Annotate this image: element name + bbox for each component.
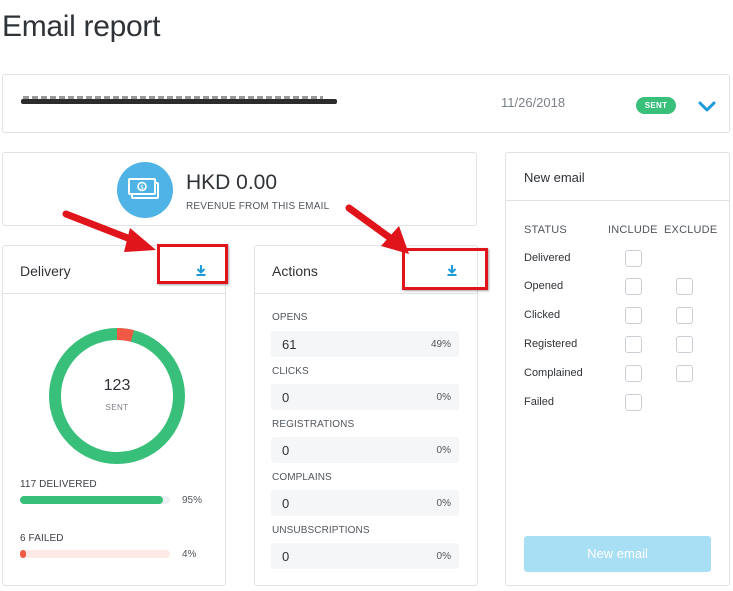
page-title: Email report [2, 10, 161, 43]
status-clicked-label: Clicked [524, 309, 561, 321]
email-summary-bar[interactable]: 11/26/2018 SENT [2, 74, 730, 133]
status-failed-label: Failed [524, 396, 554, 408]
donut-delivered-ring [49, 328, 185, 464]
registrations-label: REGISTRATIONS [272, 419, 355, 430]
status-delivered-label: Delivered [524, 252, 571, 264]
include-clicked-checkbox[interactable] [625, 307, 642, 324]
sent-count: 123 [103, 377, 131, 394]
status-column-header: STATUS [524, 224, 567, 236]
delivery-card: Delivery 123 SENT 117 DELIVERED 95% 6 FA… [2, 245, 226, 586]
include-registered-checkbox[interactable] [625, 336, 642, 353]
status-badge: SENT [636, 97, 676, 114]
include-opened-checkbox[interactable] [625, 278, 642, 295]
registrations-row: 0 0% [271, 437, 459, 463]
failed-bar [20, 550, 170, 558]
exclude-complained-checkbox[interactable] [676, 365, 693, 382]
exclude-clicked-checkbox[interactable] [676, 307, 693, 324]
registrations-value: 0 [282, 443, 290, 458]
registrations-percent: 0% [436, 445, 451, 456]
new-email-panel: New email STATUS INCLUDE EXCLUDE Deliver… [505, 152, 730, 586]
clicks-percent: 0% [436, 392, 451, 403]
include-column-header: INCLUDE [608, 224, 658, 236]
failed-percent: 4% [182, 549, 197, 560]
status-opened-label: Opened [524, 280, 564, 292]
unsubscriptions-label: UNSUBSCRIPTIONS [272, 525, 370, 536]
svg-text:$: $ [140, 184, 144, 191]
sent-label: SENT [105, 403, 129, 412]
revenue-amount: HKD 0.00 [186, 171, 278, 194]
new-email-header: New email [506, 153, 729, 201]
opens-row: 61 49% [271, 331, 459, 357]
exclude-registered-checkbox[interactable] [676, 336, 693, 353]
opens-percent: 49% [430, 339, 451, 350]
failed-label: 6 FAILED [20, 533, 64, 544]
include-complained-checkbox[interactable] [625, 365, 642, 382]
chevron-down-icon[interactable] [696, 95, 718, 117]
actions-title: Actions [272, 263, 318, 279]
email-subject-redacted [21, 96, 337, 104]
clicks-row: 0 0% [271, 384, 459, 410]
status-registered-label: Registered [524, 338, 578, 350]
status-complained-label: Complained [524, 367, 583, 379]
actions-card: Actions OPENS 61 49% CLICKS 0 0% REGISTR… [254, 245, 478, 586]
delivery-donut-chart [49, 328, 185, 464]
complains-row: 0 0% [271, 490, 459, 516]
opens-label: OPENS [272, 312, 308, 323]
complains-label: COMPLAINS [272, 472, 332, 483]
delivered-bar [20, 496, 170, 504]
delivered-bar-fill [20, 496, 163, 504]
highlight-box-delivery-download [157, 244, 228, 284]
clicks-value: 0 [282, 390, 290, 405]
include-delivered-checkbox[interactable] [625, 250, 642, 267]
arrow-annotation-icon [345, 204, 409, 254]
new-email-title: New email [524, 170, 585, 185]
complains-percent: 0% [436, 498, 451, 509]
unsubscriptions-row: 0 0% [271, 543, 459, 569]
exclude-column-header: EXCLUDE [664, 224, 718, 236]
new-email-button[interactable]: New email [524, 536, 711, 572]
opens-value: 61 [282, 337, 297, 352]
email-date: 11/26/2018 [501, 95, 566, 110]
complains-value: 0 [282, 496, 290, 511]
failed-bar-fill [20, 550, 26, 558]
arrow-annotation-icon [62, 210, 156, 252]
include-failed-checkbox[interactable] [625, 394, 642, 411]
clicks-label: CLICKS [272, 366, 309, 377]
unsubscriptions-value: 0 [282, 549, 290, 564]
exclude-opened-checkbox[interactable] [676, 278, 693, 295]
revenue-label: REVENUE FROM THIS EMAIL [186, 201, 330, 212]
delivery-title: Delivery [20, 263, 71, 279]
delivered-percent: 95% [182, 495, 203, 506]
unsubscriptions-percent: 0% [436, 551, 451, 562]
delivered-label: 117 DELIVERED [20, 479, 97, 490]
highlight-box-actions-download [402, 248, 488, 290]
